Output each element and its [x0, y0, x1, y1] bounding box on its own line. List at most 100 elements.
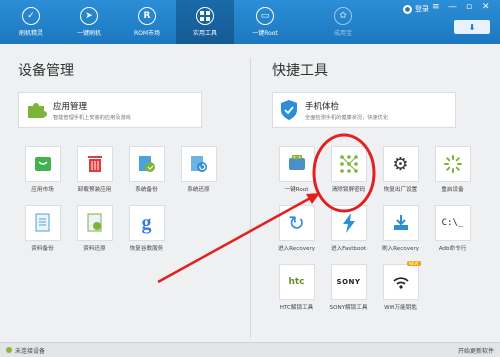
tile-label: 系统还原 — [187, 187, 210, 193]
nav-label: 一键Root — [252, 30, 278, 37]
tile-restore-google[interactable]: g 恢复谷歌服务 — [122, 205, 171, 252]
status-left-text: 未连接设备 — [15, 347, 46, 355]
quick-tools-grid: 一键Root 清除锁屏密码 ⚙ 恢复出厂设置 重启设备 ↻ 进入Recovery — [272, 146, 492, 311]
tile-data-backup[interactable]: 资料备份 — [18, 205, 67, 252]
grid-icon — [196, 7, 214, 25]
login-link[interactable]: ● 登录 — [403, 4, 429, 14]
data-backup-icon — [35, 213, 49, 232]
nav-label: ROM市场 — [133, 30, 161, 37]
tile-label: 恢复出厂设置 — [383, 187, 418, 193]
phone-checkup-card[interactable]: 手机体检 全面检测手机的健康状况，快速优化 — [272, 92, 456, 128]
tile-adb-command[interactable]: C:\_ Adb命令行 — [428, 205, 477, 252]
card-title: 应用管理 — [53, 101, 88, 112]
tile-label: 进入Recovery — [277, 246, 316, 252]
app-manager-card[interactable]: 应用管理 智能管理手机上安装的应用及游戏 — [18, 92, 202, 128]
app-market-icon — [34, 157, 51, 171]
unlock-pattern-icon — [339, 155, 358, 173]
system-backup-icon — [138, 156, 155, 172]
section-title: 快捷工具 — [272, 63, 328, 79]
tile-label: 资料备份 — [31, 246, 54, 252]
nav-item-app-store[interactable]: ✿ 成用宝 — [314, 0, 372, 44]
cursor-icon: ➤ — [80, 7, 98, 25]
system-restore-icon — [190, 156, 207, 172]
tile-system-restore[interactable]: 系统还原 — [174, 146, 223, 193]
card-subtitle: 全面检测手机的健康状况，快速优化 — [305, 114, 389, 121]
tile-data-restore[interactable]: 资料还原 — [70, 205, 119, 252]
quick-tools-panel: 快捷工具 手机体检 全面检测手机的健康状况，快速优化 一键Root 清除锁屏密码 — [272, 60, 492, 311]
close-icon[interactable]: ✕ — [482, 2, 490, 12]
tile-uninstall-preinstalled[interactable]: 卸载预装应用 — [70, 146, 119, 193]
tile-label: 系统备份 — [135, 187, 158, 193]
nav-item-rom-market[interactable]: R ROM市场 — [118, 0, 176, 44]
sony-icon: SONY — [336, 278, 361, 286]
new-badge: NEW — [407, 261, 421, 266]
minimize-icon[interactable]: — — [448, 2, 457, 12]
tile-label: 刷入Recovery — [381, 246, 420, 252]
tile-label: 卸载预装应用 — [77, 187, 112, 193]
tile-one-key-root[interactable]: 一键Root — [272, 146, 321, 193]
tile-wifi-key[interactable]: NEW Wifi万能钥匙 — [376, 261, 425, 311]
nav-item-flash-genie[interactable]: ✓ 刷机精灵 — [2, 0, 60, 44]
android-root-icon — [288, 155, 305, 170]
shield-check-icon — [281, 100, 297, 120]
tile-label: HTC解锁工具 — [279, 305, 314, 311]
card-subtitle: 智能管理手机上安装的应用及游戏 — [53, 114, 131, 121]
shield-icon: ✓ — [22, 7, 40, 25]
tile-enter-fastboot[interactable]: 进入Fastboot — [324, 205, 373, 252]
menu-icon[interactable]: ≡ — [432, 2, 440, 12]
puzzle-icon — [28, 103, 47, 118]
tile-label: 资料还原 — [83, 246, 106, 252]
refresh-arrow-icon: ↻ — [288, 211, 305, 235]
tile-label: 应用市场 — [31, 187, 54, 193]
reboot-spinner-icon — [443, 155, 462, 173]
device-icon: ▭ — [256, 7, 274, 25]
login-label: 登录 — [415, 5, 429, 13]
status-bar: 未连接设备 开始更新软件 — [0, 342, 500, 357]
tile-app-market[interactable]: 应用市场 — [18, 146, 67, 193]
tile-label: 清除锁屏密码 — [331, 187, 366, 193]
wifi-key-icon — [392, 277, 409, 289]
top-nav-bar: ✓ 刷机精灵 ➤ 一键刷机 R ROM市场 实用工具 ▭ 一键Root ✿ 成用… — [0, 0, 500, 44]
nav-label: 成用宝 — [333, 30, 352, 37]
nav-item-tools[interactable]: 实用工具 — [176, 0, 234, 44]
panel-divider — [250, 58, 251, 338]
tile-clear-lock-password[interactable]: 清除锁屏密码 — [324, 146, 373, 193]
tile-enter-recovery[interactable]: ↻ 进入Recovery — [272, 205, 321, 252]
tile-label: 重启设备 — [441, 187, 464, 193]
tile-factory-reset[interactable]: ⚙ 恢复出厂设置 — [376, 146, 425, 193]
card-title: 手机体检 — [305, 101, 340, 112]
google-g-icon: g — [141, 211, 152, 234]
connection-status-icon — [6, 347, 12, 353]
tile-reboot-device[interactable]: 重启设备 — [428, 146, 477, 193]
nav-item-one-key-flash[interactable]: ➤ 一键刷机 — [60, 0, 118, 44]
device-management-panel: 设备管理 应用管理 智能管理手机上安装的应用及游戏 应用市场 卸载预装应用 系统… — [18, 60, 238, 252]
nav-item-one-key-root[interactable]: ▭ 一键Root — [236, 0, 294, 44]
tile-sony-unlock[interactable]: SONY SONY解锁工具 — [324, 264, 373, 311]
tile-flash-recovery[interactable]: 刷入Recovery — [376, 205, 425, 252]
tile-label: 恢复谷歌服务 — [129, 246, 164, 252]
trash-icon — [87, 156, 102, 172]
htc-icon: htc — [288, 277, 305, 287]
nav-label: 刷机精灵 — [18, 30, 43, 37]
tile-label: 一键Root — [284, 187, 309, 193]
tile-htc-unlock[interactable]: htc HTC解锁工具 — [272, 264, 321, 311]
app-store-icon: ✿ — [334, 7, 352, 25]
update-software-link[interactable]: 开始更新软件 — [458, 346, 494, 355]
user-icon: ● — [403, 4, 412, 14]
tile-label: SONY解锁工具 — [329, 305, 368, 311]
tile-label: Wifi万能钥匙 — [384, 305, 417, 311]
rom-r-icon: R — [138, 7, 156, 25]
lightning-icon — [342, 213, 355, 233]
tile-system-backup[interactable]: 系统备份 — [122, 146, 171, 193]
nav-label: 实用工具 — [192, 30, 217, 37]
download-button[interactable]: ⬇ — [454, 20, 490, 34]
download-arrow-icon: ⬇ — [468, 22, 476, 32]
nav-label: 一键刷机 — [76, 30, 101, 37]
data-restore-icon — [87, 213, 101, 232]
download-box-icon — [393, 215, 408, 230]
terminal-icon: C:\_ — [441, 218, 464, 228]
gears-icon: ⚙ — [392, 153, 409, 175]
tile-label: 进入Fastboot — [330, 246, 366, 252]
section-title: 设备管理 — [18, 63, 74, 79]
maximize-icon[interactable]: ▫ — [466, 2, 472, 12]
